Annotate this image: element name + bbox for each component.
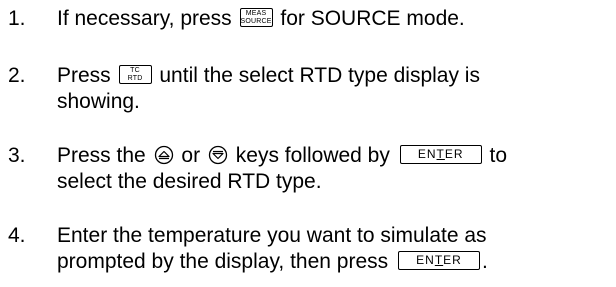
procedure-steps: 1. If necessary, press MEAS SOURCE for S…	[0, 0, 616, 287]
step-text: Press the or keys followed by ENTER to s…	[57, 143, 612, 195]
enter-key-label-post: ER	[443, 253, 462, 268]
step-text-part: keys followed by	[235, 144, 390, 167]
step-text-part: until the select RTD type display is	[159, 64, 480, 87]
key-label-bottom: SOURCE	[240, 18, 272, 26]
step-text-part: .	[481, 250, 488, 273]
step-number: 3.	[8, 144, 26, 167]
key-label-top: MEAS	[245, 10, 267, 18]
down-arrow-key-icon	[208, 145, 228, 165]
step-number: 4.	[8, 224, 26, 247]
step-text-part: Press the	[57, 144, 146, 167]
step-text-part: select the desired RTD type.	[57, 170, 322, 193]
enter-key-label-pre: EN	[417, 147, 437, 162]
step-text-part: showing.	[57, 90, 140, 113]
step-text-part: If necessary, press	[57, 7, 232, 30]
step-text-part: Enter the temperature you want to simula…	[57, 224, 487, 247]
enter-key-label-post: ER	[444, 147, 464, 162]
enter-key-icon: ENTER	[399, 145, 482, 165]
step-text-part: for SOURCE mode.	[280, 7, 465, 30]
step-text-part: or	[181, 144, 201, 167]
meas-source-key-icon: MEAS SOURCE	[239, 8, 273, 28]
step-text-part: prompted by the display, then press	[57, 250, 389, 273]
key-label-bottom: RTD	[127, 75, 143, 83]
step-number: 2.	[8, 64, 26, 87]
enter-key-label-pre: EN	[416, 253, 435, 268]
step-text: If necessary, press MEAS SOURCE for SOUR…	[57, 6, 612, 32]
step-text-part: Press	[57, 64, 111, 87]
step-text: Enter the temperature you want to simula…	[57, 223, 612, 275]
enter-key-icon: ENTER	[397, 251, 480, 271]
step-text: Press TC RTD until the select RTD type d…	[57, 63, 612, 115]
tc-rtd-key-icon: TC RTD	[118, 65, 152, 85]
step-number: 1.	[8, 7, 26, 30]
enter-key-label-underlined: T	[436, 147, 445, 162]
up-arrow-key-icon	[154, 145, 173, 165]
step-text-part: to	[489, 144, 508, 167]
key-label-top: TC	[130, 67, 140, 75]
enter-key-label-underlined: T	[434, 253, 444, 268]
